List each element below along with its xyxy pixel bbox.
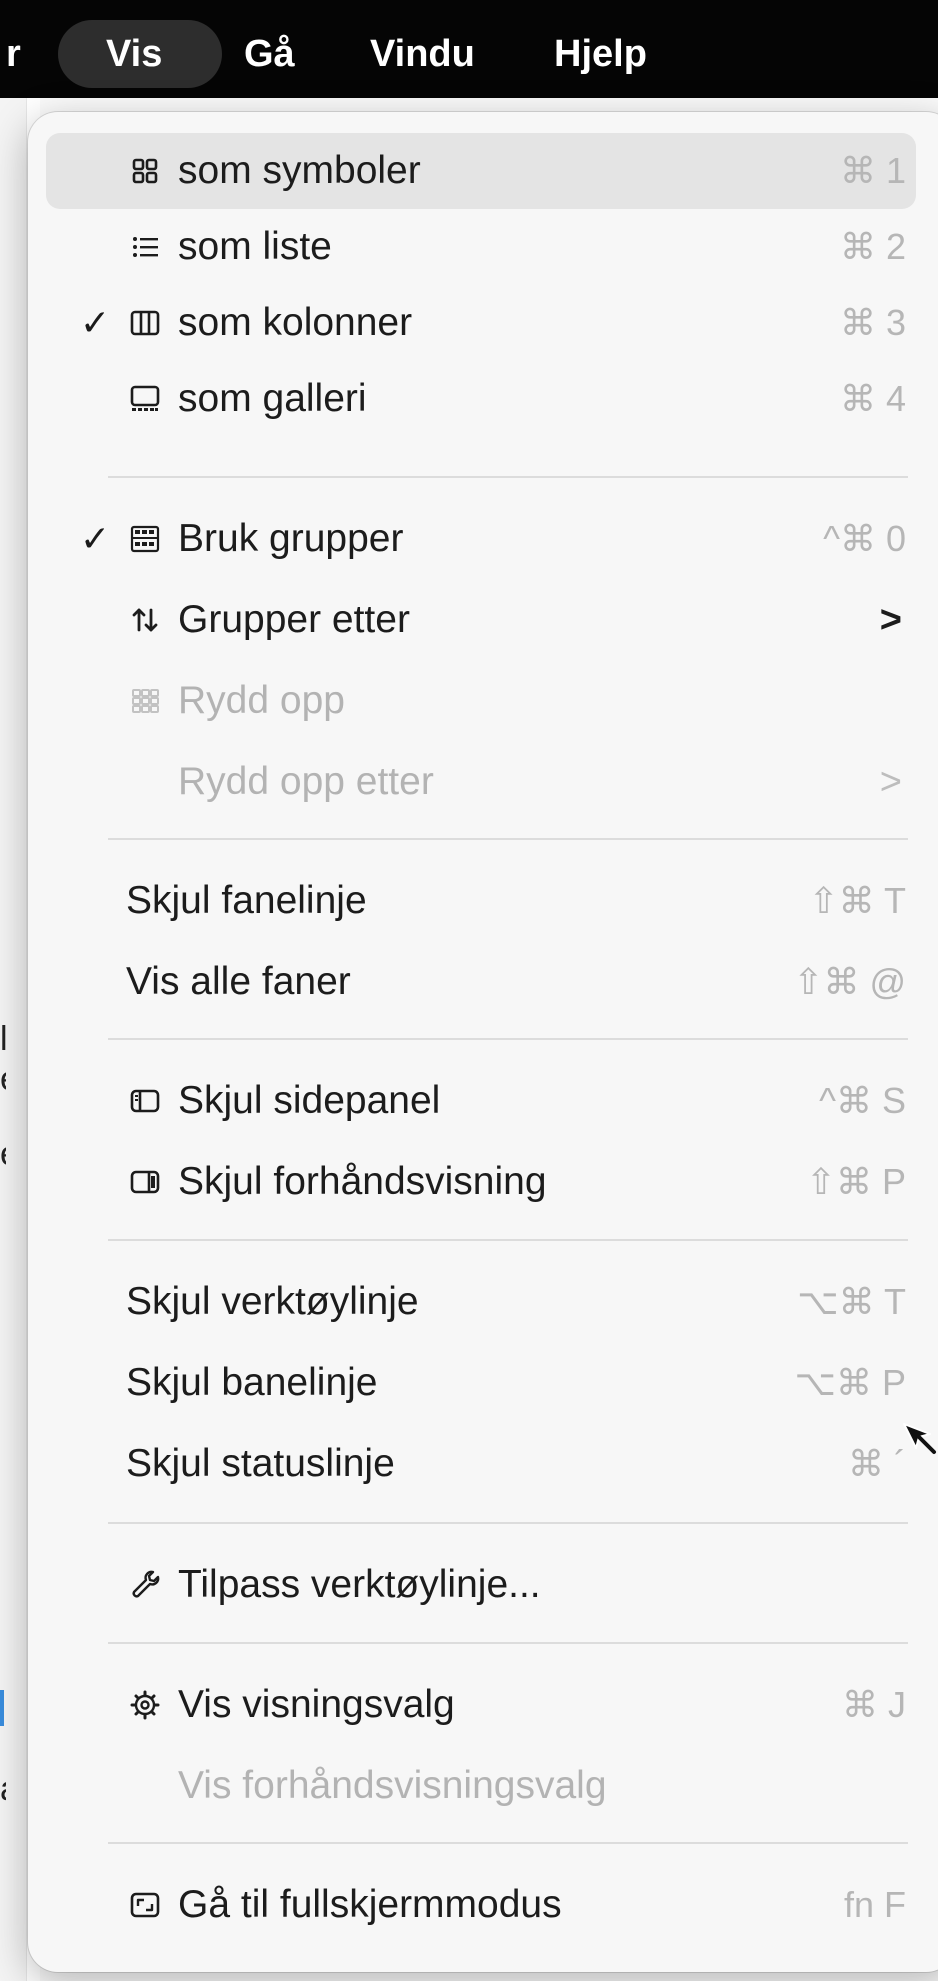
menu-separator	[108, 476, 908, 478]
menu-separator	[108, 1522, 908, 1524]
gallery-icon	[126, 380, 164, 418]
menu-item-label: Skjul sidepanel	[178, 1079, 441, 1122]
menu-item-use-groups[interactable]: ✓ Bruk grupper ^⌘ 0	[46, 501, 916, 577]
menu-item-label: Gå til fullskjermmodus	[178, 1883, 562, 1926]
menu-item-shortcut: ⌘ J	[841, 1684, 906, 1725]
menu-item-shortcut: ⇧⌘ T	[808, 880, 906, 921]
menu-item-clean-up: Rydd opp	[46, 663, 916, 739]
menu-item-shortcut: ⇧⌘ @	[793, 961, 906, 1002]
groups-icon	[126, 520, 164, 558]
menu-item-shortcut: ⌥⌘ P	[794, 1362, 907, 1403]
menu-item-label: Skjul banelinje	[126, 1361, 378, 1404]
menu-item-enter-full-screen[interactable]: Gå til fullskjermmodus fn F	[46, 1867, 916, 1943]
menu-item-hide-path-bar[interactable]: Skjul banelinje ⌥⌘ P	[46, 1345, 916, 1421]
menu-item-shortcut: ⌘ ´	[848, 1443, 906, 1484]
menu-item-label: Vis alle faner	[126, 960, 351, 1003]
menubar-item-hjelp[interactable]: Hjelp	[532, 20, 669, 88]
menu-bar: r Vis Gå Vindu Hjelp	[0, 0, 938, 98]
background-text-fragment: a	[0, 1770, 6, 1809]
menu-separator	[108, 1842, 908, 1844]
menu-item-show-all-tabs[interactable]: Vis alle faner ⇧⌘ @	[46, 944, 916, 1020]
grid-icon	[126, 152, 164, 190]
menu-item-label: Skjul forhåndsvisning	[178, 1160, 547, 1203]
menu-item-label: som liste	[178, 225, 332, 268]
menu-item-label: Vis forhåndsvisningsvalg	[178, 1764, 607, 1807]
background-selection-fragment	[0, 1690, 4, 1726]
menu-item-label: som kolonner	[178, 301, 413, 344]
menu-item-shortcut: fn F	[843, 1884, 906, 1925]
checkmark-icon: ✓	[80, 302, 111, 343]
cleanup-grid-icon	[126, 682, 164, 720]
menu-item-shortcut: ^⌘ 0	[823, 518, 906, 559]
menu-item-show-view-options[interactable]: Vis visningsvalg ⌘ J	[46, 1667, 916, 1743]
menu-item-hide-preview[interactable]: Skjul forhåndsvisning ⇧⌘ P	[46, 1144, 916, 1220]
background-text-fragment: e	[0, 1060, 6, 1099]
sort-arrows-icon	[126, 601, 164, 639]
background-text-fragment: e	[0, 1135, 6, 1174]
menu-item-label: Skjul statuslinje	[126, 1442, 395, 1485]
menu-item-gallery-view[interactable]: som galleri ⌘ 4	[46, 361, 916, 437]
menubar-item-vindu[interactable]: Vindu	[348, 20, 497, 88]
menu-item-list-view[interactable]: som liste ⌘ 2	[46, 209, 916, 285]
menu-item-hide-toolbar[interactable]: Skjul verktøylinje ⌥⌘ T	[46, 1264, 916, 1340]
menu-item-label: Rydd opp	[178, 679, 345, 722]
menu-separator	[108, 1239, 908, 1241]
menu-item-shortcut: ⌘ 4	[839, 378, 906, 419]
screen: e e a l r Vis Gå Vindu Hjelp som symbole…	[0, 0, 938, 1981]
menu-item-label: Bruk grupper	[178, 517, 404, 560]
menubar-item-partial[interactable]: r	[0, 20, 43, 88]
menu-item-clean-up-by: Rydd opp etter >	[46, 744, 916, 820]
preview-pane-icon	[126, 1163, 164, 1201]
menu-item-label: Skjul verktøylinje	[126, 1280, 419, 1323]
mouse-pointer-icon	[900, 1420, 938, 1458]
menu-item-label: Rydd opp etter	[178, 760, 434, 803]
checkmark-icon: ✓	[80, 518, 111, 559]
menu-item-shortcut: ⌥⌘ T	[797, 1281, 906, 1322]
menu-item-hide-status-bar[interactable]: Skjul statuslinje ⌘ ´	[46, 1426, 916, 1502]
menu-item-label: Vis visningsvalg	[178, 1683, 455, 1726]
menu-item-hide-sidebar[interactable]: Skjul sidepanel ^⌘ S	[46, 1063, 916, 1139]
chevron-right-icon: >	[879, 761, 902, 803]
menu-item-label: som symboler	[178, 149, 421, 192]
menu-item-show-preview-options: Vis forhåndsvisningsvalg	[46, 1748, 916, 1824]
sidebar-icon	[126, 1082, 164, 1120]
menu-item-label: Grupper etter	[178, 598, 410, 641]
menu-item-columns-view[interactable]: ✓ som kolonner ⌘ 3	[46, 285, 916, 361]
menu-item-customize-toolbar[interactable]: Tilpass verktøylinje...	[46, 1547, 916, 1623]
menu-item-shortcut: ⇧⌘ P	[805, 1161, 906, 1202]
menu-item-shortcut: ⌘ 2	[839, 226, 906, 267]
menu-separator	[108, 1038, 908, 1040]
menu-item-label: som galleri	[178, 377, 367, 420]
menubar-item-vis[interactable]: Vis	[58, 20, 222, 88]
menu-item-group-by[interactable]: Grupper etter >	[46, 582, 916, 658]
menu-item-label: Tilpass verktøylinje...	[178, 1563, 541, 1606]
menu-item-shortcut: ^⌘ S	[819, 1080, 906, 1121]
menu-item-label: Skjul fanelinje	[126, 879, 367, 922]
menu-separator	[108, 838, 908, 840]
menubar-item-ga[interactable]: Gå	[222, 20, 317, 88]
background-text-fragment: l	[0, 1020, 6, 1058]
view-menu: som symboler ⌘ 1 som liste ⌘ 2 ✓ som kol…	[28, 112, 938, 1972]
columns-icon	[126, 304, 164, 342]
fullscreen-icon	[126, 1886, 164, 1924]
menu-item-shortcut: ⌘ 1	[839, 150, 906, 191]
gear-icon	[126, 1686, 164, 1724]
list-icon	[126, 228, 164, 266]
menu-item-shortcut: ⌘ 3	[839, 302, 906, 343]
wrench-icon	[126, 1566, 164, 1604]
chevron-right-icon: >	[879, 599, 902, 641]
menu-item-hide-tab-bar[interactable]: Skjul fanelinje ⇧⌘ T	[46, 863, 916, 939]
menu-separator	[108, 1642, 908, 1644]
menu-item-icons-view[interactable]: som symboler ⌘ 1	[46, 133, 916, 209]
